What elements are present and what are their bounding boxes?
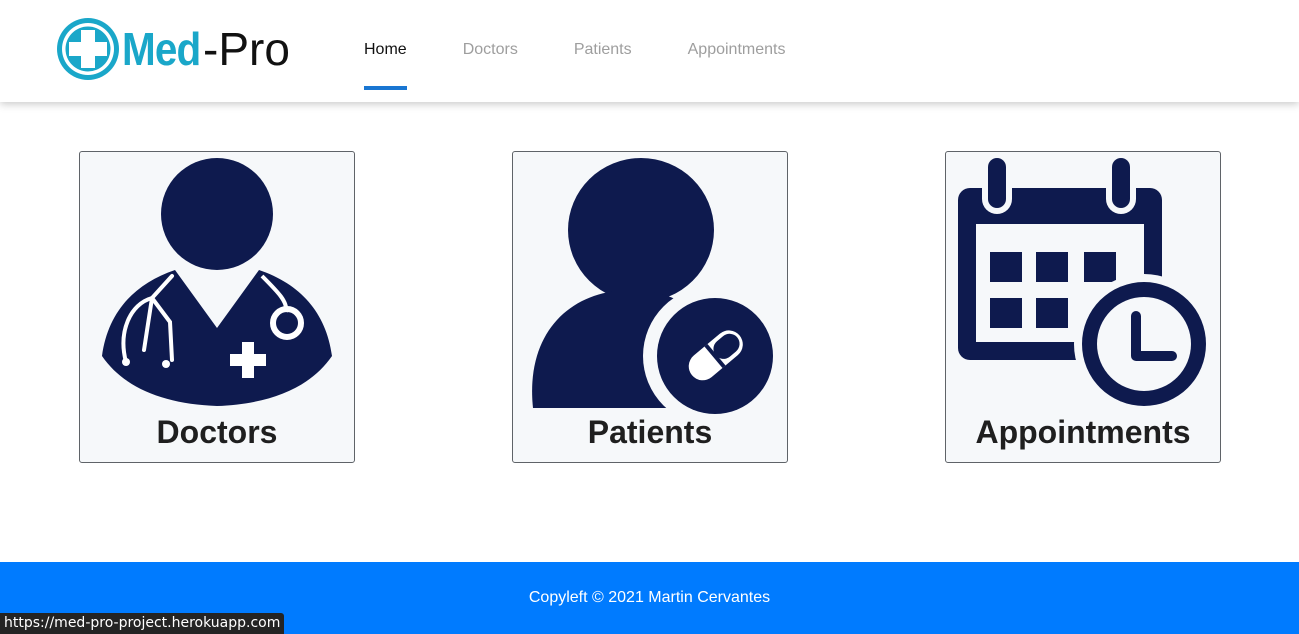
doctors-card[interactable]: Doctors	[79, 151, 355, 463]
nav-appointments-label: Appointments	[687, 41, 786, 58]
footer-copyleft-text: Copyleft © 2021 Martin Cervantes	[528, 589, 771, 606]
doctors-card-label: Doctors	[156, 414, 278, 450]
calendar-clock-icon	[958, 158, 1214, 414]
appointments-card[interactable]: Appointments	[945, 151, 1221, 463]
brand-name-pro: -Pro	[203, 23, 290, 75]
nav-appointments[interactable]: Appointments	[688, 0, 786, 102]
nav-home-label: Home	[364, 41, 407, 58]
active-tab-indicator	[364, 86, 407, 90]
patient-icon	[532, 158, 783, 414]
nav-doctors-label: Doctors	[462, 41, 518, 58]
patients-card[interactable]: Patients	[512, 151, 788, 463]
brand-logo[interactable]: Med -Pro	[56, 16, 290, 82]
top-navbar: Med -Pro Home Doctors Patients Appointme…	[0, 0, 1299, 102]
page: Med -Pro Home Doctors Patients Appointme…	[0, 0, 1299, 634]
doctor-icon	[102, 158, 332, 406]
nav-home[interactable]: Home	[364, 0, 407, 102]
nav-doctors[interactable]: Doctors	[463, 0, 518, 102]
nav-patients[interactable]: Patients	[574, 0, 632, 102]
patients-card-label: Patients	[587, 414, 713, 450]
appointments-card-label: Appointments	[975, 414, 1191, 450]
main-nav: Home Doctors Patients Appointments	[364, 0, 841, 102]
status-bar-url: https://med-pro-project.herokuapp.com	[0, 613, 285, 634]
nav-patients-label: Patients	[573, 41, 632, 58]
brand-name-med: Med	[122, 23, 201, 75]
medical-cross-icon	[56, 17, 120, 81]
